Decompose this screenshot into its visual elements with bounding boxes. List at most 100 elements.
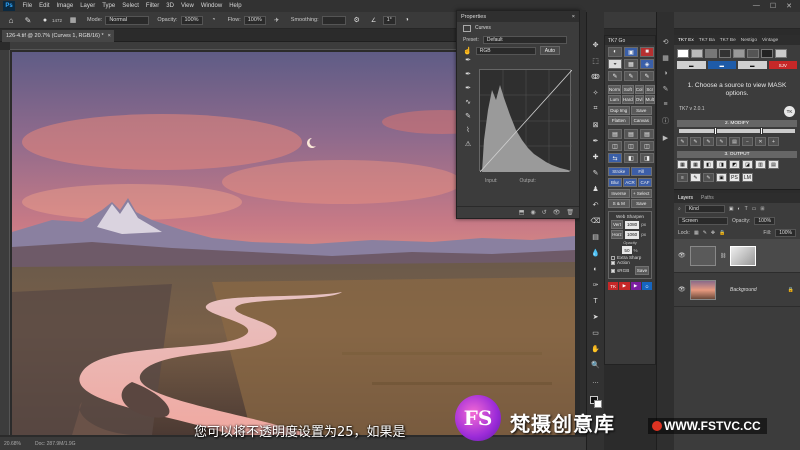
curve-point-icon[interactable]: ∿ bbox=[465, 98, 471, 106]
swatch-4[interactable] bbox=[719, 49, 731, 58]
layer-icon-7[interactable]: ⇆ bbox=[608, 153, 622, 163]
tk7-icon-2[interactable]: ▣ bbox=[624, 47, 638, 57]
tk7-icon-6[interactable]: ◈ bbox=[640, 59, 654, 69]
menu-window[interactable]: Window bbox=[197, 3, 225, 9]
close-tab-icon[interactable]: × bbox=[108, 33, 111, 39]
brush-size[interactable]: 1472 bbox=[52, 18, 62, 23]
tk7-icon-8[interactable]: ✎ bbox=[624, 71, 638, 81]
layer-row-curves[interactable]: 👁 ⛓ bbox=[674, 239, 800, 273]
output-icon-5[interactable]: ◩ bbox=[729, 160, 740, 170]
layer-icon-4[interactable]: ◫ bbox=[608, 141, 622, 151]
tk7-icon-3[interactable]: ■ bbox=[640, 47, 654, 57]
visibility-eye-icon[interactable]: 👁 bbox=[678, 252, 686, 259]
menu-layer[interactable]: Layer bbox=[77, 3, 99, 9]
tab-nestigo[interactable]: Nestigo bbox=[741, 38, 757, 43]
canvas-button[interactable]: Canvas bbox=[630, 116, 652, 125]
target-adjust-icon[interactable]: ☝ bbox=[463, 47, 472, 55]
play-icon[interactable]: ▶ bbox=[619, 282, 630, 290]
stroke-button[interactable]: Stroke bbox=[608, 167, 630, 176]
close-window-button[interactable]: ✕ bbox=[786, 2, 792, 10]
quick-select-icon[interactable]: ✧ bbox=[589, 88, 603, 98]
menu-help[interactable]: Help bbox=[226, 3, 245, 9]
save-button-2[interactable]: Save bbox=[630, 199, 652, 208]
healing-tool-icon[interactable]: ✚ bbox=[589, 152, 603, 162]
ovl-button[interactable]: Ovl bbox=[634, 95, 644, 104]
black-point-eyedropper-icon[interactable]: ✒ bbox=[465, 56, 471, 64]
add-select-button[interactable]: + Select bbox=[630, 189, 652, 198]
menu-type[interactable]: Type bbox=[99, 3, 119, 9]
tk7-ex-btn-2[interactable]: ▬ bbox=[707, 61, 736, 69]
hand-tool-icon[interactable]: ✋ bbox=[589, 344, 603, 354]
modify-icon-7[interactable]: ✕ bbox=[755, 137, 766, 147]
tk7-ex-btn-3[interactable]: ▬ bbox=[738, 61, 767, 69]
pen-tool-icon[interactable]: ✑ bbox=[589, 280, 603, 290]
lm-button[interactable]: LM bbox=[742, 173, 753, 183]
tab-tk7-ba[interactable]: TK7 Ba bbox=[699, 38, 715, 43]
zoom-level[interactable]: 20.68% bbox=[4, 441, 21, 447]
blur-button[interactable]: Blur bbox=[608, 178, 622, 187]
channels-panel-icon[interactable]: ≡ bbox=[663, 101, 667, 108]
menu-image[interactable]: Image bbox=[53, 3, 77, 9]
scr-button[interactable]: Scr bbox=[644, 85, 656, 94]
output-icon-12[interactable]: ▣ bbox=[716, 173, 727, 183]
output-icon-3[interactable]: ◧ bbox=[703, 160, 714, 170]
lum-button[interactable]: Lum bbox=[608, 95, 621, 104]
filter-pixel-icon[interactable]: ▣ bbox=[729, 206, 734, 212]
adjustments-panel-icon[interactable]: ◑ bbox=[663, 70, 667, 77]
layer-mask-thumbnail[interactable] bbox=[730, 245, 757, 266]
smoothing-options-icon[interactable]: ⚙ bbox=[351, 14, 363, 26]
smooth-curve-icon[interactable]: ⌇ bbox=[466, 126, 469, 134]
white-point-eyedropper-icon[interactable]: ✒ bbox=[465, 84, 471, 92]
background-layer-name[interactable]: Background bbox=[730, 287, 757, 293]
minimize-button[interactable]: — bbox=[753, 2, 760, 10]
lock-pixels-icon[interactable]: ▦ bbox=[694, 230, 699, 236]
output-icon-6[interactable]: ◪ bbox=[742, 160, 753, 170]
tk7-icon-9[interactable]: ✎ bbox=[640, 71, 654, 81]
record-icon[interactable]: ▶ bbox=[630, 282, 641, 290]
layer-icon-9[interactable]: ◨ bbox=[640, 153, 654, 163]
modify-icon-4[interactable]: ✎ bbox=[716, 137, 727, 147]
gradient-tool-icon[interactable]: ▤ bbox=[589, 232, 603, 242]
properties-header[interactable]: Properties × bbox=[457, 11, 579, 22]
type-tool-icon[interactable]: T bbox=[589, 296, 603, 306]
menu-file[interactable]: File bbox=[19, 3, 36, 9]
output-icon-4[interactable]: ◨ bbox=[716, 160, 727, 170]
gray-point-eyedropper-icon[interactable]: ✒ bbox=[465, 70, 471, 78]
modify-icon-2[interactable]: ✎ bbox=[690, 137, 701, 147]
tk7-icon-7[interactable]: ✎ bbox=[608, 71, 622, 81]
tab-vintage[interactable]: Vintage bbox=[762, 38, 778, 43]
properties-close-icon[interactable]: × bbox=[572, 14, 575, 20]
srgb-checkbox[interactable]: sRGB bbox=[611, 268, 629, 273]
kind-filter-select[interactable]: Kind bbox=[684, 205, 725, 213]
filter-shape-icon[interactable]: ▭ bbox=[752, 206, 757, 212]
swatch-2[interactable] bbox=[691, 49, 703, 58]
tab-tk7-ex[interactable]: TK7 Ex bbox=[678, 38, 694, 43]
move-tool-icon[interactable]: ✥ bbox=[589, 40, 603, 50]
shape-tool-icon[interactable]: ▭ bbox=[589, 328, 603, 338]
horz-button[interactable]: Horz bbox=[611, 230, 623, 239]
filter-smart-icon[interactable]: ⊞ bbox=[760, 206, 764, 212]
modify-icon-3[interactable]: ✎ bbox=[703, 137, 714, 147]
delete-icon[interactable]: 🗑 bbox=[566, 209, 574, 216]
zoom-tool-icon[interactable]: 🔍 bbox=[589, 360, 603, 370]
tk7-icon-1[interactable]: ◐ bbox=[608, 47, 622, 57]
horz-value[interactable]: 1060 bbox=[625, 230, 640, 239]
output-icon-1[interactable]: ▦ bbox=[677, 160, 688, 170]
lock-move-icon[interactable]: ✥ bbox=[711, 230, 715, 236]
col-button[interactable]: Col bbox=[634, 85, 644, 94]
brushes-panel-icon[interactable]: ✎ bbox=[663, 85, 669, 93]
actions-panel-icon[interactable]: ▶ bbox=[663, 134, 668, 142]
flatten-button[interactable]: Flatten bbox=[608, 116, 630, 125]
marquee-tool-icon[interactable]: ⬚ bbox=[589, 56, 603, 66]
document-tab[interactable]: 126-4.tif @ 20.7% (Curves 1, RGB/16) * × bbox=[2, 30, 114, 42]
slider-handle-left[interactable] bbox=[713, 127, 717, 136]
slider-handle-right[interactable] bbox=[760, 127, 764, 136]
hard-button[interactable]: Hard bbox=[622, 95, 634, 104]
blend-mode-select[interactable]: Screen bbox=[678, 217, 728, 225]
more-tools-icon[interactable]: … bbox=[589, 376, 603, 386]
dup-img-button[interactable]: Dup Img bbox=[608, 106, 630, 115]
swatch-7[interactable] bbox=[761, 49, 773, 58]
s-and-m-button[interactable]: S & M bbox=[608, 199, 630, 208]
lasso-tool-icon[interactable]: ↂ bbox=[589, 72, 603, 82]
fill-button[interactable]: Fill bbox=[630, 167, 652, 176]
